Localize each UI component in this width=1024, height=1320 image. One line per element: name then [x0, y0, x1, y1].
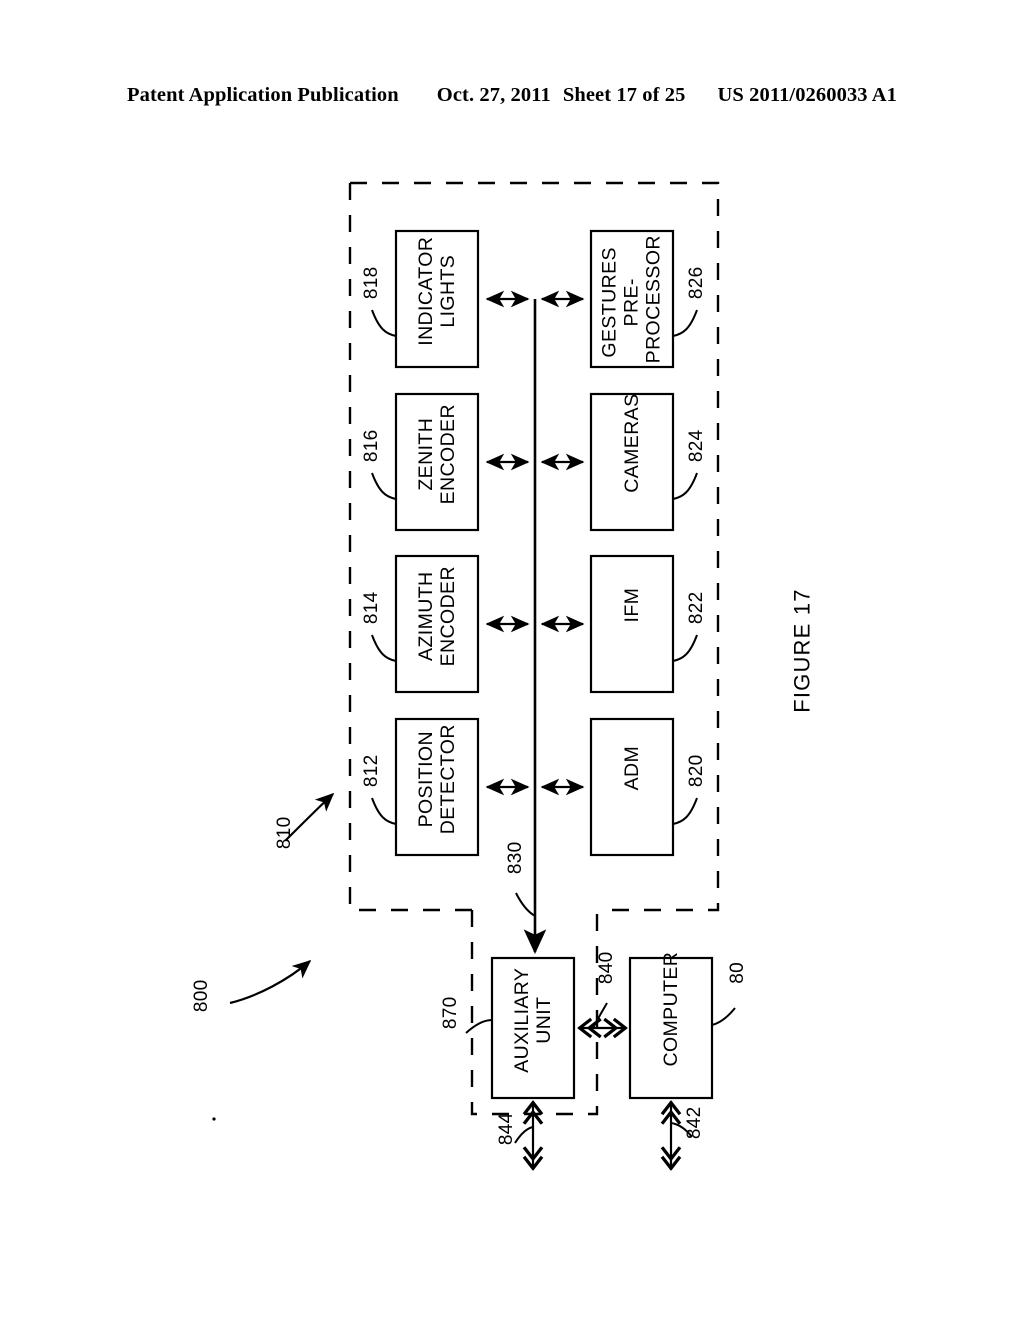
box-auxiliary-unit-outline	[490, 956, 576, 1100]
scan-speck	[212, 1117, 216, 1121]
callout-arrow-800	[229, 959, 312, 1005]
box-position-detector-outline	[394, 717, 480, 857]
box-ifm-outline	[589, 554, 675, 694]
bus-arrows-right	[540, 290, 585, 796]
box-indicator-lights-outline	[394, 229, 480, 369]
box-gestures-preprocessor-outline	[589, 229, 675, 369]
bus-arrows-left	[485, 290, 530, 796]
figure-17-diagram: INDICATOR LIGHTS ZENITH ENCODER AZIMUTH …	[0, 0, 1024, 1320]
box-adm-outline	[589, 717, 675, 857]
box-cameras-outline	[589, 392, 675, 532]
box-computer-outline	[628, 956, 714, 1100]
box-azimuth-encoder-outline	[394, 554, 480, 694]
box-zenith-encoder-outline	[394, 392, 480, 532]
diagram-vector-layer	[212, 181, 736, 1320]
callout-arrow-810	[285, 792, 335, 841]
